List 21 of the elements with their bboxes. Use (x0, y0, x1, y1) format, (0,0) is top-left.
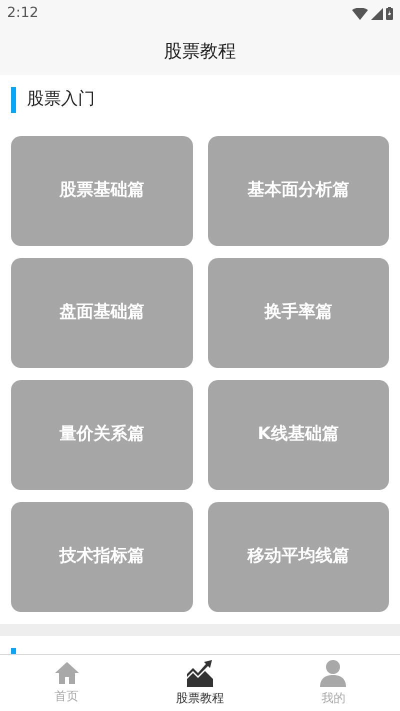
tutorial-tile[interactable]: 基本面分析篇 (208, 136, 389, 246)
tutorial-tile[interactable]: 量价关系篇 (11, 380, 192, 490)
house-icon (54, 661, 80, 685)
battery-icon (386, 7, 393, 20)
wifi-icon (352, 8, 368, 20)
tutorial-tile[interactable]: 股票基础篇 (11, 136, 192, 246)
trend-chart-icon (186, 659, 214, 687)
signal-icon (371, 8, 383, 20)
section-title: 股票入门 (27, 88, 95, 112)
status-time: 2:12 (7, 4, 38, 23)
person-icon (319, 659, 348, 687)
tab-bar-item[interactable]: 首页 (0, 655, 134, 711)
page-title: 股票教程 (164, 40, 236, 64)
tab-bar-item[interactable]: 股票教程 (133, 655, 267, 711)
tutorial-tile[interactable]: 技术指标篇 (11, 502, 192, 612)
tutorial-tile[interactable]: 换手率篇 (208, 258, 389, 368)
tutorial-tile[interactable]: K线基础篇 (208, 380, 389, 490)
tutorial-tile[interactable]: 盘面基础篇 (11, 258, 192, 368)
tutorial-tile[interactable]: 移动平均线篇 (208, 502, 389, 612)
accent-bar (11, 87, 16, 113)
tab-bar-item[interactable]: 我的 (266, 655, 400, 711)
